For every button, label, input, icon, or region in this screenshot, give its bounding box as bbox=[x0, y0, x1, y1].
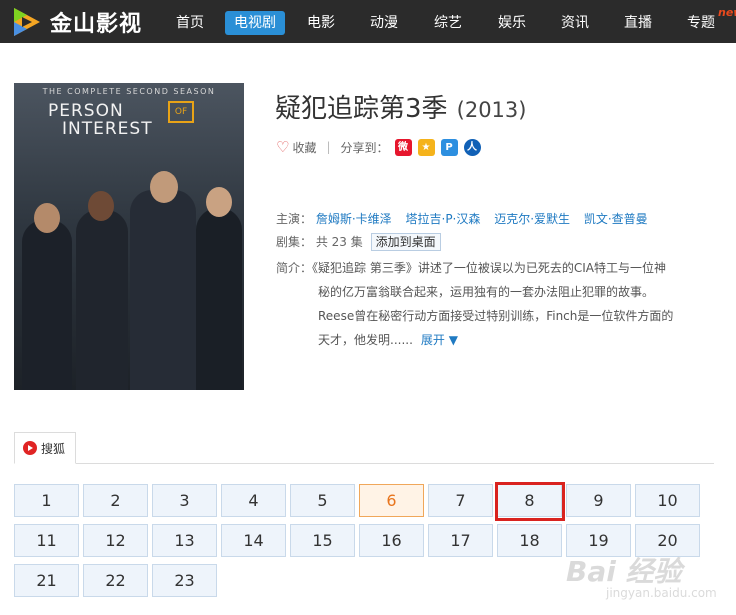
episode-button-23[interactable]: 23 bbox=[152, 564, 217, 597]
episodes-label: 剧集： bbox=[276, 235, 313, 249]
poster-face-2 bbox=[88, 191, 114, 221]
episode-button-7[interactable]: 7 bbox=[428, 484, 493, 517]
logo-icon bbox=[10, 5, 44, 39]
cast-link-3[interactable]: 迈克尔·爱默生 bbox=[494, 212, 570, 226]
share-label: 分享到： bbox=[340, 140, 389, 155]
pengyou-icon[interactable]: P bbox=[440, 138, 458, 156]
episodes-count: 共 23 集 bbox=[315, 235, 363, 249]
source-tab-divider bbox=[14, 463, 714, 464]
poster-face-4 bbox=[206, 187, 232, 217]
expand-link[interactable]: 展开 ▼ bbox=[421, 333, 458, 347]
poster-season-text: THE COMPLETE SECOND SEASON bbox=[42, 87, 216, 96]
poster-figure-4 bbox=[196, 208, 242, 390]
nav-tv-series[interactable]: 电视剧 bbox=[225, 11, 285, 35]
synopsis: 简介：《疑犯追踪 第三季》讲述了一位被误以为已死去的CIA特工与一位神 秘的亿万… bbox=[276, 256, 716, 352]
episode-button-6[interactable]: 6 bbox=[359, 484, 424, 517]
nav-entertainment[interactable]: 娱乐 bbox=[491, 11, 533, 35]
watermark-text: Bai 经验 bbox=[566, 555, 682, 588]
cast-row: 主演： 詹姆斯·卡维泽 塔拉吉·P·汉森 迈克尔·爱默生 凯文·查普曼 bbox=[276, 210, 658, 227]
show-poster[interactable]: THE COMPLETE SECOND SEASON PERSON OF INT… bbox=[14, 83, 244, 390]
synopsis-line-3: Reese曾在秘密行动方面接受过特别训练，Finch是一位软件方面的 bbox=[318, 309, 674, 323]
weibo-icon[interactable]: 微 bbox=[394, 138, 412, 156]
episode-button-5[interactable]: 5 bbox=[290, 484, 355, 517]
poster-figure-2 bbox=[76, 210, 128, 390]
show-heading: 疑犯追踪第3季 (2013) bbox=[275, 88, 526, 128]
cast-label: 主演： bbox=[276, 212, 313, 226]
show-title: 疑犯追踪第3季 bbox=[275, 94, 448, 124]
episode-button-3[interactable]: 3 bbox=[152, 484, 217, 517]
episode-button-18[interactable]: 18 bbox=[497, 524, 562, 557]
add-to-desktop-button[interactable]: 添加到桌面 bbox=[370, 233, 441, 251]
episode-button-4[interactable]: 4 bbox=[221, 484, 286, 517]
episode-button-17[interactable]: 17 bbox=[428, 524, 493, 557]
top-navigation-bar: 金山影视 首页 电视剧 电影 动漫 综艺 娱乐 资讯 直播 专题 new bbox=[0, 0, 736, 43]
episodes-row: 剧集： 共 23 集 添加到桌面 bbox=[276, 233, 441, 251]
synopsis-line-1: 简介：《疑犯追踪 第三季》讲述了一位被误以为已死去的CIA特工与一位神 bbox=[276, 256, 716, 280]
poster-face-1 bbox=[34, 203, 60, 233]
episode-button-8[interactable]: 8 bbox=[497, 484, 562, 517]
nav-variety[interactable]: 综艺 bbox=[427, 11, 469, 35]
synopsis-label: 简介： bbox=[276, 261, 313, 275]
poster-title-line2: INTEREST bbox=[62, 119, 153, 139]
favorite-button[interactable]: ♡ 收藏 bbox=[276, 138, 316, 156]
synopsis-line-2: 秘的亿万富翁联合起来，运用独有的一套办法阻止犯罪的故事。 bbox=[318, 285, 655, 299]
poster-face-3 bbox=[150, 171, 178, 203]
heart-icon: ♡ bbox=[276, 138, 290, 156]
new-badge: new bbox=[718, 6, 736, 19]
episode-button-14[interactable]: 14 bbox=[221, 524, 286, 557]
nav-movies[interactable]: 电影 bbox=[300, 11, 342, 35]
divider: | bbox=[326, 140, 331, 154]
episode-button-10[interactable]: 10 bbox=[635, 484, 700, 517]
logo-text: 金山影视 bbox=[50, 12, 143, 37]
synopsis-text-1: 《疑犯追踪 第三季》讲述了一位被误以为已死去的CIA特工与一位神 bbox=[312, 261, 666, 275]
poster-title-line1: PERSON bbox=[48, 101, 124, 121]
sohu-icon bbox=[23, 441, 37, 455]
poster-of-box: OF bbox=[168, 101, 194, 123]
nav-live[interactable]: 直播 bbox=[617, 11, 659, 35]
show-year: (2013) bbox=[456, 98, 527, 122]
source-tab-sohu[interactable]: 搜狐 bbox=[14, 432, 76, 464]
episode-button-11[interactable]: 11 bbox=[14, 524, 79, 557]
nav-news[interactable]: 资讯 bbox=[554, 11, 596, 35]
episode-button-2[interactable]: 2 bbox=[83, 484, 148, 517]
synopsis-text-4: 天才，他发明...... bbox=[318, 333, 413, 347]
episode-button-21[interactable]: 21 bbox=[14, 564, 79, 597]
app-logo[interactable]: 金山影视 bbox=[10, 4, 142, 40]
poster-figure-1 bbox=[22, 220, 72, 390]
episode-button-1[interactable]: 1 bbox=[14, 484, 79, 517]
source-tab-label: 搜狐 bbox=[41, 441, 66, 456]
nav-topics[interactable]: 专题 bbox=[680, 11, 722, 35]
episode-button-12[interactable]: 12 bbox=[83, 524, 148, 557]
favorite-label: 收藏 bbox=[292, 140, 317, 155]
synopsis-line-4: 天才，他发明...... 展开 ▼ bbox=[276, 328, 716, 352]
episode-button-15[interactable]: 15 bbox=[290, 524, 355, 557]
cast-link-4[interactable]: 凯文·查普曼 bbox=[584, 212, 648, 226]
qzone-icon[interactable]: ★ bbox=[417, 138, 435, 156]
action-bar: ♡ 收藏 | 分享到： 微 ★ P 人 bbox=[276, 137, 481, 157]
nav-anime[interactable]: 动漫 bbox=[363, 11, 405, 35]
renren-icon[interactable]: 人 bbox=[463, 138, 481, 156]
episode-button-22[interactable]: 22 bbox=[83, 564, 148, 597]
episode-button-16[interactable]: 16 bbox=[359, 524, 424, 557]
watermark-subtext: jingyan.baidu.com bbox=[606, 586, 717, 600]
nav-home[interactable]: 首页 bbox=[169, 11, 211, 35]
cast-link-2[interactable]: 塔拉吉·P·汉森 bbox=[406, 212, 481, 226]
episode-button-13[interactable]: 13 bbox=[152, 524, 217, 557]
episode-button-9[interactable]: 9 bbox=[566, 484, 631, 517]
poster-figure-3 bbox=[130, 190, 196, 390]
baidu-watermark: Bai 经验 jingyan.baidu.com bbox=[566, 548, 732, 608]
cast-link-1[interactable]: 詹姆斯·卡维泽 bbox=[316, 212, 392, 226]
